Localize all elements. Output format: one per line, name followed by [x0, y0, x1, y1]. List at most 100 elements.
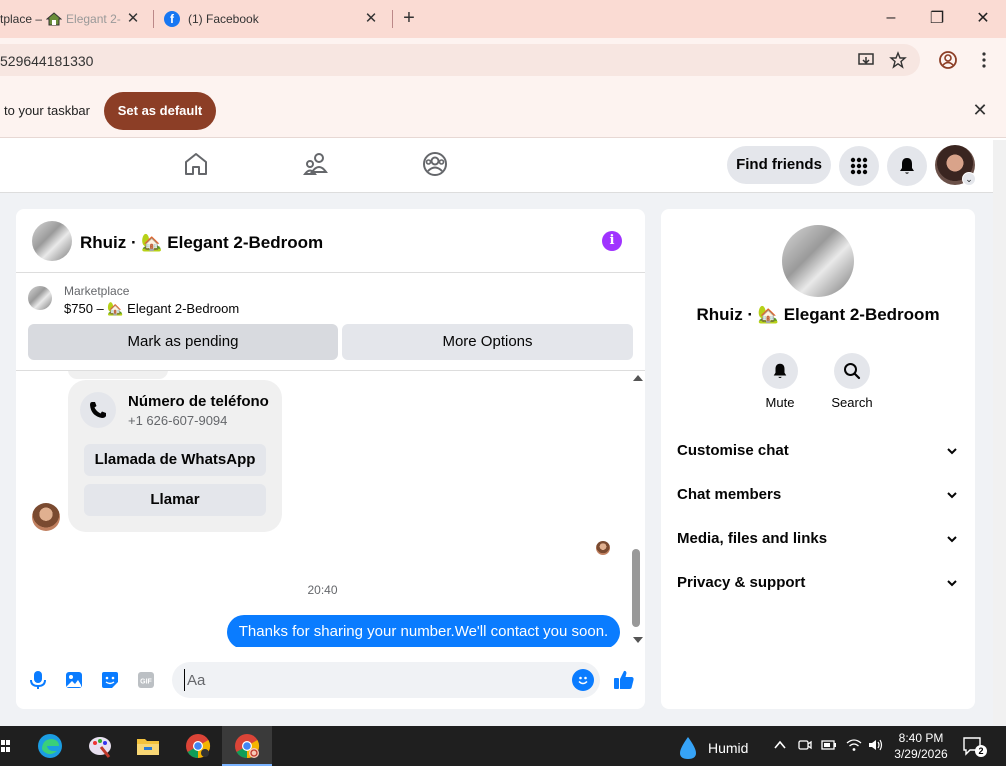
media-files-links-section[interactable]: Media, files and links — [677, 530, 959, 554]
weather-label: Humid — [708, 740, 749, 756]
facebook-header: Find friends ⌄ — [0, 138, 1006, 193]
chevron-down-icon — [947, 580, 957, 587]
chevron-down-icon[interactable]: ⌄ — [962, 172, 976, 186]
battery-icon[interactable] — [821, 738, 837, 755]
close-window-button[interactable]: ✕ — [960, 0, 1006, 36]
microphone-icon[interactable] — [28, 670, 48, 690]
marketplace-listing: Marketplace $750 – 🏡 Elegant 2-Bedroom M… — [16, 274, 645, 371]
close-tab-icon[interactable]: ✕ — [124, 10, 142, 28]
sticker-icon[interactable] — [100, 670, 120, 690]
volume-icon[interactable] — [868, 738, 884, 755]
tab-marketplace[interactable]: tplace – Elegant 2- ✕ — [0, 0, 150, 38]
image-icon[interactable] — [64, 670, 84, 690]
start-icon[interactable] — [0, 732, 12, 760]
chat-panel: Rhuiz · 🏡 Elegant 2-Bedroom i Marketplac… — [16, 209, 645, 709]
maximize-button[interactable]: ❐ — [914, 0, 960, 36]
water-drop-icon — [680, 737, 696, 759]
message-input-wrapper — [172, 662, 600, 698]
chevron-down-icon — [947, 448, 957, 455]
close-tab-icon[interactable]: ✕ — [362, 10, 380, 28]
system-clock[interactable]: 8:40 PM 3/29/2026 — [890, 730, 952, 762]
message-scrollbar[interactable] — [630, 371, 645, 647]
section-label: Customise chat — [677, 442, 789, 459]
scroll-up-arrow[interactable] — [633, 375, 643, 381]
home-icon[interactable] — [182, 150, 210, 178]
mute-label: Mute — [765, 395, 795, 410]
chevron-up-icon[interactable] — [773, 738, 787, 755]
url-text[interactable]: 529644181330 — [0, 53, 93, 69]
message-input[interactable] — [184, 669, 554, 691]
install-app-icon[interactable] — [856, 50, 876, 70]
meet-now-icon[interactable] — [798, 738, 812, 755]
conversation-title: Rhuiz · 🏡 Elegant 2-Bedroom — [696, 305, 940, 324]
emoji-icon[interactable] — [572, 669, 594, 691]
section-label: Privacy & support — [677, 574, 806, 591]
scroll-down-arrow[interactable] — [633, 637, 643, 643]
close-infobar-icon[interactable]: ✕ — [970, 100, 990, 120]
search-action[interactable]: Search — [822, 353, 882, 410]
gif-icon[interactable]: GIF — [136, 670, 156, 690]
listing-mini-thumbnail — [28, 286, 52, 310]
chrome-icon[interactable] — [184, 732, 212, 760]
menu-kebab-icon[interactable] — [974, 50, 994, 70]
mark-as-pending-button[interactable]: Mark as pending — [28, 324, 338, 360]
bell-icon — [773, 363, 787, 378]
chrome-profile-icon[interactable] — [233, 732, 261, 760]
friends-icon[interactable] — [302, 150, 330, 178]
menu-grid-button[interactable] — [839, 146, 879, 186]
customise-chat-section[interactable]: Customise chat — [677, 442, 959, 466]
tab-divider — [392, 10, 393, 28]
new-tab-button[interactable]: + — [398, 7, 420, 29]
like-thumbs-up-icon[interactable] — [612, 668, 636, 692]
listing-summary[interactable]: $750 – 🏡 Elegant 2-Bedroom — [64, 301, 239, 317]
weather-widget[interactable]: Humid — [676, 735, 748, 761]
chat-title[interactable]: Rhuiz · 🏡 Elegant 2-Bedroom — [80, 233, 323, 253]
mute-button[interactable] — [762, 353, 798, 389]
facebook-icon: f — [164, 11, 180, 27]
privacy-support-section[interactable]: Privacy & support — [677, 574, 959, 598]
edge-icon[interactable] — [36, 732, 64, 760]
tab-title-suffix: Elegant 2- — [66, 12, 121, 26]
infobar-message: to your taskbar — [4, 103, 90, 118]
whatsapp-call-button[interactable]: Llamada de WhatsApp — [84, 444, 266, 476]
tab-facebook[interactable]: f (1) Facebook ✕ — [158, 0, 388, 38]
file-explorer-icon[interactable] — [134, 732, 162, 760]
contact-card-title: Número de teléfono — [128, 393, 269, 410]
default-browser-infobar: to your taskbar Set as default — [0, 82, 1006, 138]
chat-members-section[interactable]: Chat members — [677, 486, 959, 510]
paint-icon[interactable] — [86, 732, 114, 760]
scroll-thumb[interactable] — [632, 549, 640, 627]
clock-time: 8:40 PM — [898, 731, 944, 745]
house-icon — [46, 12, 63, 26]
notification-count-badge: 2 — [975, 745, 987, 757]
previous-message-bubble — [68, 371, 168, 379]
find-friends-button[interactable]: Find friends — [727, 146, 831, 184]
listing-photo[interactable] — [782, 225, 854, 297]
page-scrollbar[interactable] — [993, 140, 1006, 725]
wifi-icon[interactable] — [846, 738, 862, 755]
groups-icon[interactable] — [421, 150, 449, 178]
listing-thumbnail[interactable] — [32, 221, 72, 261]
more-options-button[interactable]: More Options — [342, 324, 633, 360]
set-default-button[interactable]: Set as default — [104, 92, 216, 130]
section-label: Media, files and links — [677, 530, 828, 547]
bookmark-star-icon[interactable] — [888, 50, 908, 70]
tab-divider — [153, 10, 154, 28]
chevron-down-icon — [947, 536, 957, 543]
info-icon[interactable]: i — [602, 231, 622, 251]
tab-strip: tplace – Elegant 2- ✕ f (1) Facebook ✕ +… — [0, 0, 1006, 38]
sender-avatar[interactable] — [32, 503, 60, 531]
minimize-button[interactable]: – — [868, 0, 914, 36]
search-button[interactable] — [834, 353, 870, 389]
outgoing-message[interactable]: Thanks for sharing your number.We'll con… — [227, 615, 620, 647]
url-field[interactable] — [0, 44, 920, 76]
chevron-down-icon — [947, 492, 957, 499]
notifications-button[interactable] — [887, 146, 927, 186]
call-button[interactable]: Llamar — [84, 484, 266, 516]
tab-title: (1) Facebook — [188, 12, 259, 26]
profile-icon[interactable] — [938, 50, 958, 70]
mute-action[interactable]: Mute — [750, 353, 810, 410]
gif-label: GIF — [140, 679, 152, 686]
message-list: Número de teléfono +1 626-607-9094 Llama… — [16, 371, 645, 647]
seen-receipt-avatar — [596, 541, 610, 555]
